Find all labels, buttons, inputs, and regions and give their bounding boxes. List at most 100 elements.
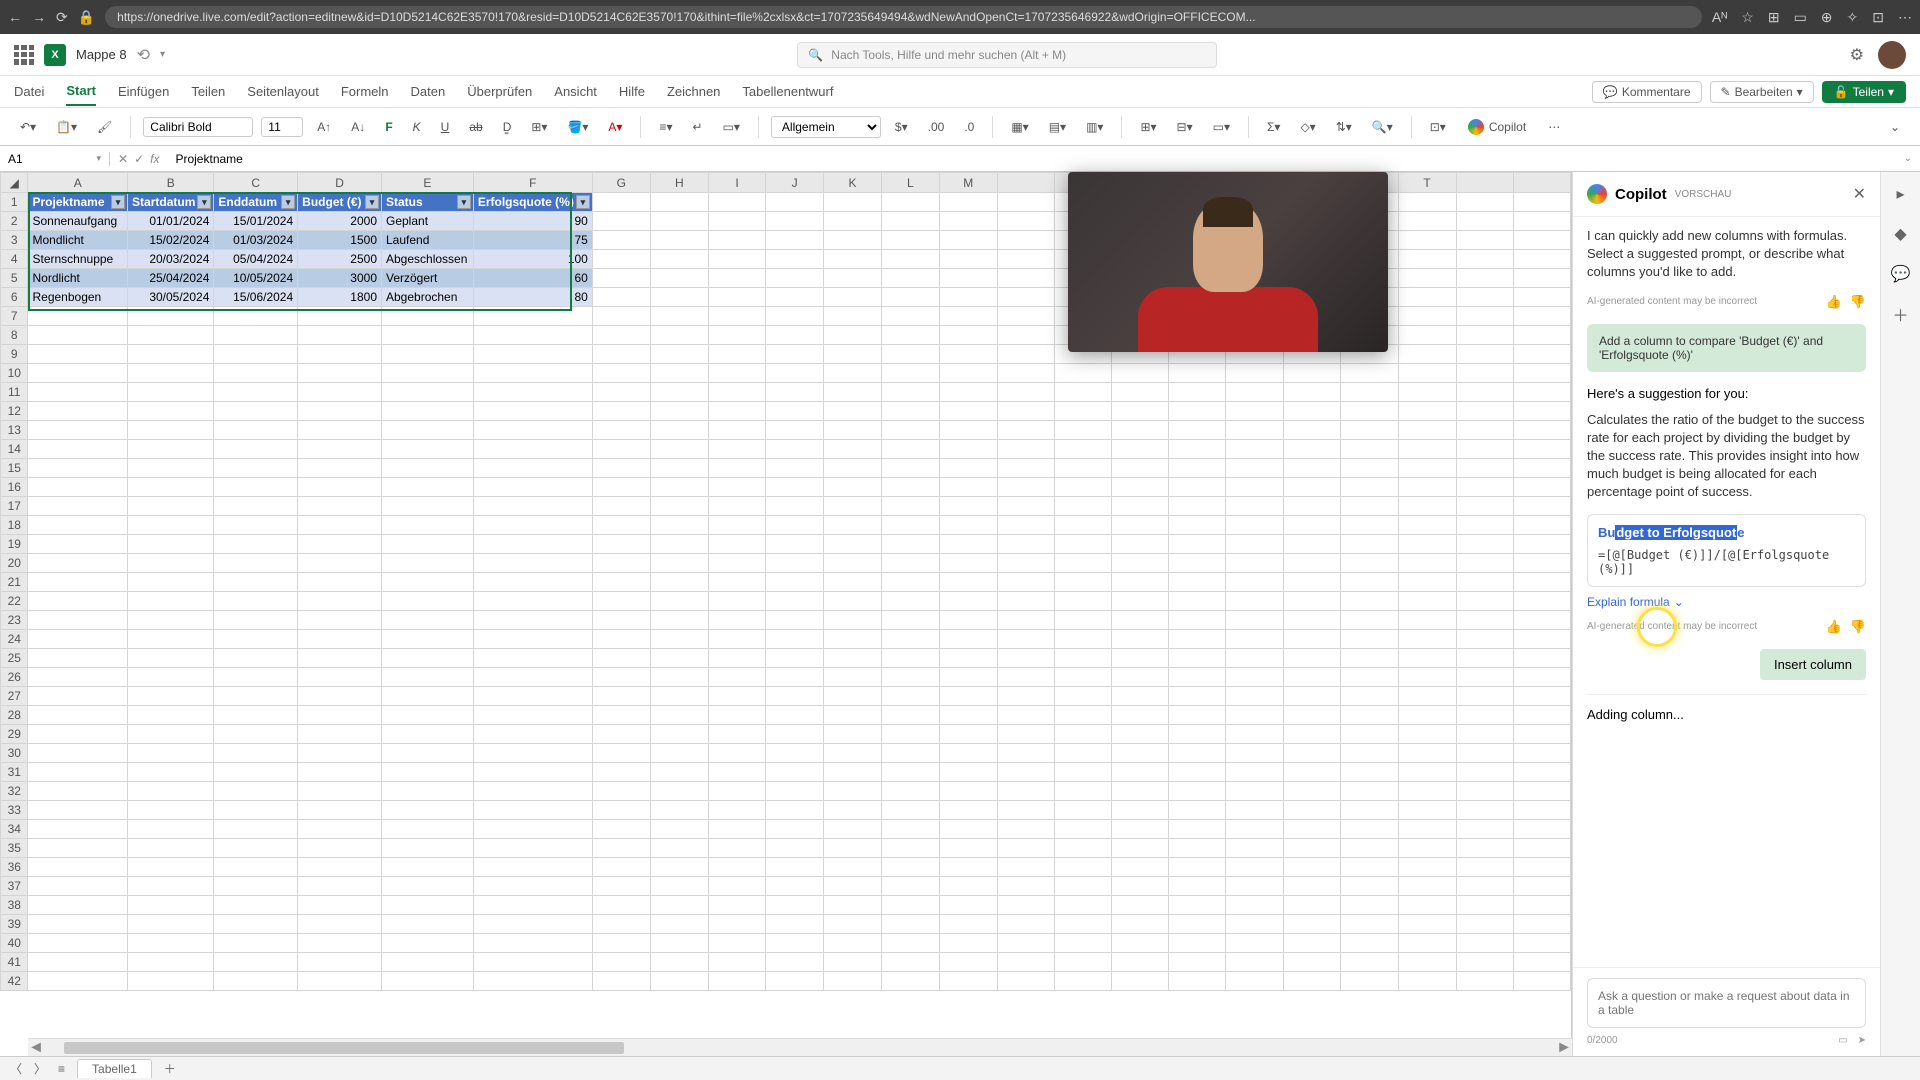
cell[interactable] xyxy=(881,896,939,915)
table-header-cell[interactable]: Status▾ xyxy=(382,193,474,212)
cell[interactable] xyxy=(298,896,382,915)
cell[interactable] xyxy=(473,668,592,687)
cell[interactable] xyxy=(766,649,824,668)
autosum-icon[interactable]: Σ▾ xyxy=(1261,117,1286,137)
cell[interactable] xyxy=(28,516,128,535)
cell[interactable] xyxy=(1456,345,1513,364)
cell[interactable] xyxy=(881,307,939,326)
cell[interactable] xyxy=(939,972,997,991)
cell[interactable] xyxy=(1398,592,1456,611)
cell[interactable] xyxy=(997,687,1054,706)
cell[interactable] xyxy=(1054,383,1111,402)
cell[interactable] xyxy=(766,459,824,478)
cell[interactable] xyxy=(1513,421,1570,440)
row-header[interactable]: 10 xyxy=(1,364,28,383)
cell[interactable] xyxy=(650,839,708,858)
cell[interactable] xyxy=(1169,668,1226,687)
cell[interactable] xyxy=(298,535,382,554)
cell[interactable] xyxy=(473,307,592,326)
cell[interactable] xyxy=(1340,915,1398,934)
cell[interactable] xyxy=(382,421,474,440)
cell[interactable] xyxy=(1169,611,1226,630)
cell[interactable] xyxy=(1456,896,1513,915)
cell[interactable] xyxy=(650,497,708,516)
cell[interactable] xyxy=(997,649,1054,668)
tab-formeln[interactable]: Formeln xyxy=(341,78,389,105)
cell[interactable] xyxy=(708,744,765,763)
cell[interactable] xyxy=(1283,459,1340,478)
cell[interactable] xyxy=(298,383,382,402)
cell[interactable] xyxy=(1398,782,1456,801)
cell[interactable] xyxy=(1456,725,1513,744)
cell[interactable] xyxy=(1340,630,1398,649)
cell[interactable] xyxy=(708,877,765,896)
table-cell[interactable]: Verzögert xyxy=(382,269,474,288)
cell[interactable] xyxy=(997,858,1054,877)
cell[interactable] xyxy=(650,649,708,668)
cell[interactable] xyxy=(1054,877,1111,896)
cell[interactable] xyxy=(1340,725,1398,744)
cell[interactable] xyxy=(1398,915,1456,934)
cell[interactable] xyxy=(1169,459,1226,478)
row-header[interactable]: 18 xyxy=(1,516,28,535)
cell[interactable] xyxy=(473,440,592,459)
cell[interactable] xyxy=(766,364,824,383)
cell[interactable] xyxy=(382,782,474,801)
cell[interactable] xyxy=(708,782,765,801)
cell[interactable] xyxy=(473,934,592,953)
cell[interactable] xyxy=(1169,592,1226,611)
cell[interactable] xyxy=(592,725,650,744)
cell[interactable] xyxy=(939,440,997,459)
cell[interactable] xyxy=(28,668,128,687)
col-header[interactable]: H xyxy=(650,173,708,193)
cell[interactable] xyxy=(1283,592,1340,611)
cell[interactable] xyxy=(214,782,298,801)
cell[interactable] xyxy=(1226,459,1283,478)
cell[interactable] xyxy=(592,763,650,782)
cell[interactable] xyxy=(1112,554,1169,573)
cell[interactable] xyxy=(939,383,997,402)
cell[interactable] xyxy=(128,782,214,801)
cell[interactable] xyxy=(766,592,824,611)
cell[interactable] xyxy=(997,915,1054,934)
table-header-cell[interactable]: Erfolgsquote (%)▾ xyxy=(473,193,592,212)
cell[interactable] xyxy=(1456,782,1513,801)
cell[interactable] xyxy=(1283,421,1340,440)
cell[interactable] xyxy=(28,383,128,402)
cell[interactable] xyxy=(28,687,128,706)
cell[interactable] xyxy=(708,421,765,440)
cell[interactable] xyxy=(1054,858,1111,877)
thumbs-down-icon[interactable]: 👎 xyxy=(1850,619,1866,635)
cell[interactable] xyxy=(1054,801,1111,820)
row-header[interactable]: 20 xyxy=(1,554,28,573)
cell[interactable] xyxy=(997,877,1054,896)
cell[interactable] xyxy=(592,706,650,725)
cell[interactable] xyxy=(1054,611,1111,630)
cell[interactable] xyxy=(1169,915,1226,934)
cell[interactable] xyxy=(473,478,592,497)
cell[interactable] xyxy=(473,801,592,820)
cell[interactable] xyxy=(1169,839,1226,858)
table-header-cell[interactable]: Projektname▾ xyxy=(28,193,128,212)
cell[interactable] xyxy=(1226,516,1283,535)
tab-daten[interactable]: Daten xyxy=(411,78,446,105)
cell[interactable] xyxy=(28,611,128,630)
cell[interactable] xyxy=(1054,706,1111,725)
cell[interactable] xyxy=(939,953,997,972)
cell[interactable] xyxy=(824,592,882,611)
cell[interactable] xyxy=(128,706,214,725)
cell[interactable] xyxy=(28,630,128,649)
font-icon[interactable]: Aᴺ xyxy=(1712,9,1727,26)
cell[interactable] xyxy=(382,535,474,554)
cell[interactable] xyxy=(1513,364,1570,383)
cell[interactable] xyxy=(1054,649,1111,668)
cell[interactable] xyxy=(1112,687,1169,706)
cell[interactable] xyxy=(766,687,824,706)
table-cell[interactable]: Regenbogen xyxy=(28,288,128,307)
cell[interactable] xyxy=(28,402,128,421)
cell[interactable] xyxy=(1054,516,1111,535)
col-header[interactable]: G xyxy=(592,173,650,193)
cell[interactable] xyxy=(214,364,298,383)
cell[interactable] xyxy=(1340,972,1398,991)
cell[interactable] xyxy=(1112,953,1169,972)
